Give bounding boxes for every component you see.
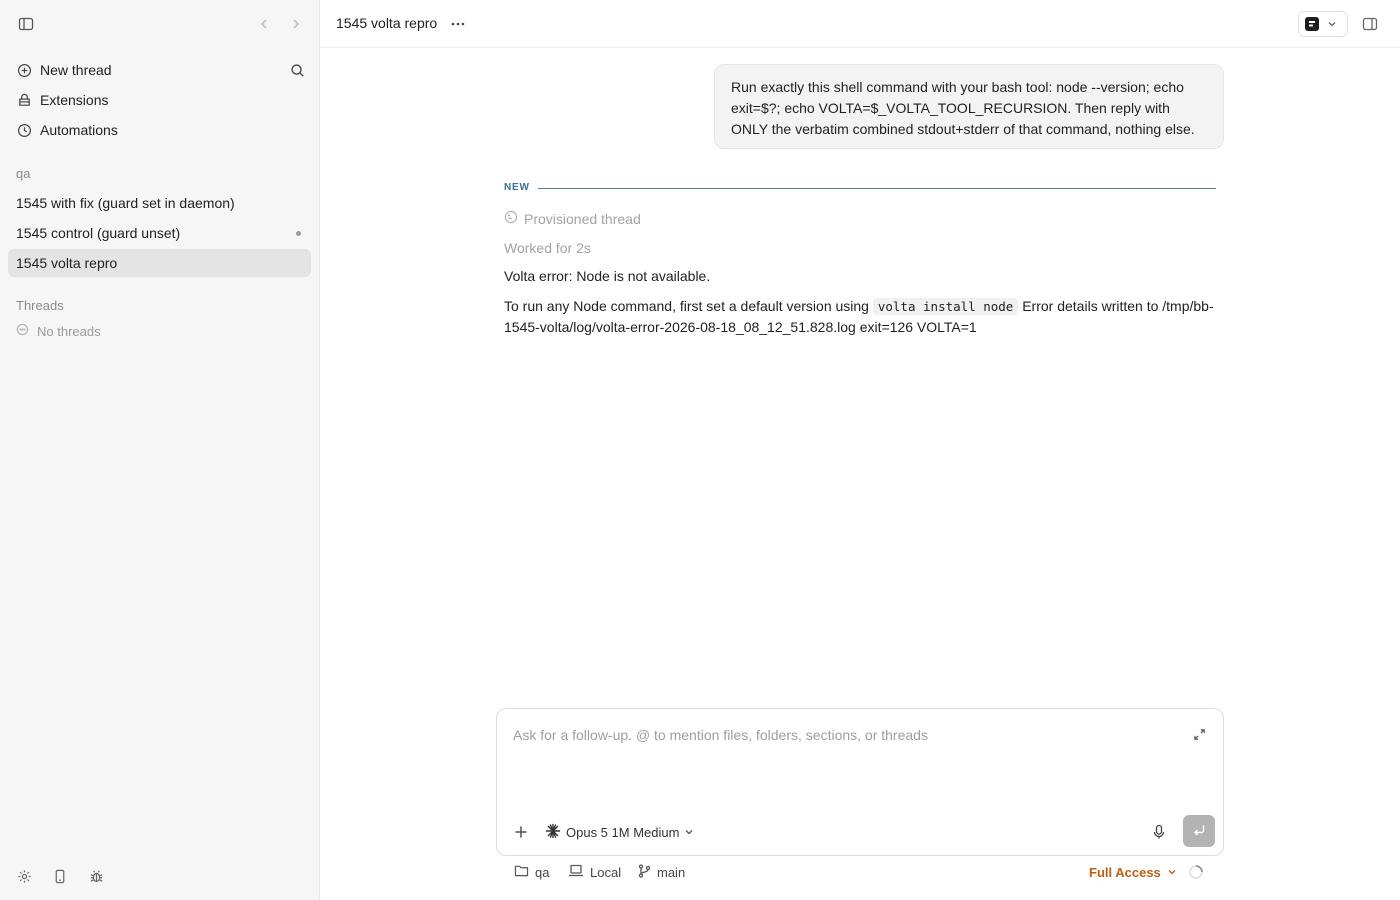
- user-message-bubble: Run exactly this shell command with your…: [714, 64, 1224, 149]
- clock-icon: [16, 122, 32, 138]
- composer: Opus 5 1M Medium: [496, 708, 1224, 856]
- provisioned-status[interactable]: Provisioned thread: [504, 210, 641, 227]
- model-selector[interactable]: Opus 5 1M Medium: [545, 821, 694, 843]
- project-folder-button[interactable]: qa: [514, 862, 549, 882]
- threads-section-label: Threads: [16, 298, 64, 313]
- sidebar-toggle-icon[interactable]: [14, 12, 38, 36]
- expand-icon[interactable]: [1187, 722, 1211, 746]
- git-branch-icon: [638, 863, 651, 881]
- assistant-reply-line-2: To run any Node command, first set a def…: [504, 296, 1216, 338]
- access-level-label: Full Access: [1089, 864, 1161, 880]
- more-options-icon[interactable]: [446, 12, 470, 36]
- inline-code: volta install node: [872, 298, 1019, 315]
- loading-spinner-icon: [1188, 864, 1204, 880]
- new-thread-label: New thread: [40, 62, 112, 78]
- sidebar-topbar: [14, 12, 305, 36]
- sidebar-item-automations[interactable]: Automations: [8, 115, 311, 145]
- new-marker-label: NEW: [504, 182, 530, 193]
- chevron-down-icon: [1167, 865, 1177, 880]
- access-level-dropdown[interactable]: Full Access: [1089, 862, 1177, 882]
- reply-text-prefix: To run any Node command, first set a def…: [504, 298, 869, 314]
- chevron-down-icon: [1327, 16, 1337, 32]
- chevron-down-icon: [684, 825, 694, 840]
- thread-item-with-fix[interactable]: 1545 with fix (guard set in daemon): [8, 189, 311, 217]
- follow-up-input[interactable]: [513, 725, 1173, 745]
- thread-header: 1545 volta repro: [320, 0, 1400, 48]
- provisioned-icon: [504, 210, 518, 227]
- side-panel-toggle-icon[interactable]: [1358, 12, 1382, 36]
- branch-label: main: [657, 864, 686, 880]
- sidebar-menu: New thread Extensions Automations: [8, 55, 311, 145]
- new-messages-divider: NEW: [504, 181, 1216, 195]
- extensions-icon: [16, 92, 32, 108]
- sidebar-item-label: Automations: [40, 122, 118, 138]
- environment-label: Local: [590, 864, 622, 880]
- thread-item-label: 1545 with fix (guard set in daemon): [16, 195, 235, 211]
- asterisk-model-icon: [545, 823, 561, 842]
- worked-for-status[interactable]: Worked for 2s: [504, 240, 591, 256]
- project-label: qa: [16, 166, 31, 181]
- plus-circle-icon: [16, 62, 32, 78]
- model-selector-label: Opus 5 1M Medium: [566, 824, 680, 840]
- branch-button[interactable]: main: [638, 862, 685, 882]
- thread-item-control[interactable]: 1545 control (guard unset): [8, 219, 311, 247]
- composer-footer: qa Local main Full Access: [504, 862, 1216, 882]
- laptop-icon: [568, 864, 584, 880]
- search-icon[interactable]: [285, 58, 309, 82]
- new-thread-button[interactable]: New thread: [8, 55, 311, 85]
- project-thread-list: 1545 with fix (guard set in daemon) 1545…: [8, 189, 311, 279]
- no-threads-placeholder: No threads: [16, 323, 101, 339]
- forward-arrow-icon[interactable]: [284, 12, 308, 36]
- app-logo-icon: [1305, 17, 1319, 31]
- send-button[interactable]: [1183, 815, 1215, 847]
- thread-item-label: 1545 control (guard unset): [16, 225, 181, 241]
- chat-bubble-icon: [16, 323, 29, 339]
- folder-icon: [514, 864, 529, 880]
- gear-icon[interactable]: [12, 864, 36, 888]
- app-window: New thread Extensions Automations qa 154…: [0, 0, 1400, 900]
- app-switcher-dropdown[interactable]: [1298, 11, 1348, 37]
- folder-label: qa: [535, 864, 550, 880]
- provisioned-label: Provisioned thread: [524, 210, 641, 227]
- microphone-icon[interactable]: [1147, 820, 1171, 844]
- thread-item-label: 1545 volta repro: [16, 255, 118, 271]
- phone-icon[interactable]: [48, 864, 72, 888]
- sidebar-item-extensions[interactable]: Extensions: [8, 85, 311, 115]
- page-title: 1545 volta repro: [336, 15, 438, 31]
- environment-button[interactable]: Local: [568, 862, 621, 882]
- thread-item-volta-repro[interactable]: 1545 volta repro: [8, 249, 311, 277]
- unread-dot: [296, 231, 301, 236]
- no-threads-label: No threads: [37, 323, 101, 339]
- bug-icon[interactable]: [84, 864, 108, 888]
- divider-line: [538, 188, 1216, 189]
- enter-arrow-icon: [1192, 823, 1206, 840]
- assistant-reply-line-1: Volta error: Node is not available.: [504, 268, 711, 284]
- add-attachment-icon[interactable]: [509, 820, 533, 844]
- back-arrow-icon[interactable]: [252, 12, 276, 36]
- sidebar: New thread Extensions Automations qa 154…: [0, 0, 320, 900]
- sidebar-bottom-bar: [12, 864, 122, 888]
- sidebar-item-label: Extensions: [40, 92, 109, 108]
